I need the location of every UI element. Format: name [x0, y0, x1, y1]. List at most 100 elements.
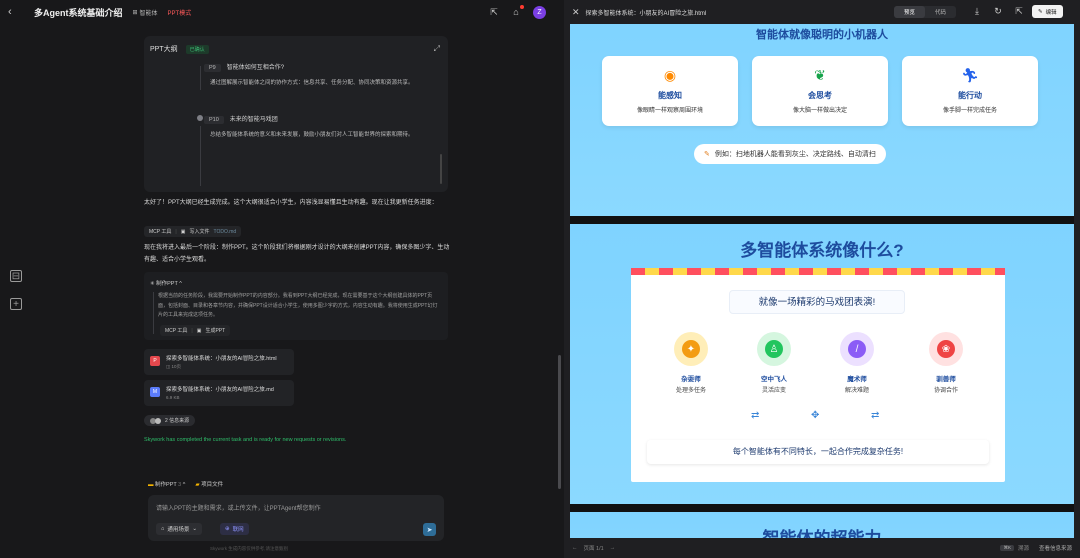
assistant-message: 太好了！PPT大纲已经生成完成。这个大纲很适合小学生，内容浅显易懂且生动有趣。现… [144, 200, 438, 206]
refresh-icon[interactable]: ↻ [993, 6, 1003, 16]
side-buttons: ⊟ + [10, 270, 22, 310]
agent-tag[interactable]: ⊞ 智能体 [133, 8, 158, 17]
ppt-file-icon: P [150, 356, 160, 366]
send-button[interactable]: ➤ [423, 523, 436, 536]
tool-chip[interactable]: MCP 工具 | ▣ 写入文件 TODO.md [144, 226, 242, 237]
thinking-line [153, 292, 154, 334]
expand-icon[interactable]: ⤢ [434, 44, 440, 54]
share-icon[interactable]: ⇱ [489, 7, 499, 17]
view-sources-link[interactable]: 查看信息来源 [1039, 544, 1072, 552]
download-icon[interactable]: ⤓ [972, 6, 982, 16]
pencil-icon: ✎ [1038, 8, 1043, 15]
slide-title: 智能体的超能力 [570, 524, 1074, 538]
tab-code[interactable]: 代码 [925, 6, 956, 18]
outline-card: PPT大纲 已确认 ⤢ P9 智能体如何互相合作? 通过图解展示智能体之间的协作方… [144, 36, 448, 192]
completion-status: Skywork has completed the current task a… [144, 437, 347, 443]
timeline-line [200, 66, 201, 90]
tool-file: TODO.md [213, 228, 237, 235]
outline-item-title: 未来的智能马戏团 [229, 117, 278, 123]
new-chat-icon[interactable]: + [10, 298, 22, 310]
task-tab[interactable]: ▬ 制作PPT 3 ^ [148, 480, 185, 488]
web-search-toggle[interactable]: ⊕ 联网 [220, 523, 249, 535]
chevron-down-icon: ⌄ [192, 526, 197, 532]
scene-select[interactable]: ⌂ 通用场景 ⌄ [156, 523, 202, 535]
file-name: 探索多智能体系统：小朋友的AI冒险之旅.md [166, 387, 274, 393]
act-title: 杂耍师 [681, 376, 701, 383]
outline-header: PPT大纲 已确认 [150, 44, 209, 54]
wand-icon: / [848, 340, 866, 358]
open-external-icon[interactable]: ⇱ [1014, 6, 1024, 16]
chat-title: 多Agent系统基础介绍 [34, 7, 123, 18]
folder-icon: ▰ [195, 482, 200, 488]
mode-tag: PPT模式 [167, 10, 192, 17]
feature-title: 能感知 [658, 91, 682, 100]
outline-scrollbar[interactable] [440, 154, 442, 184]
tab-preview[interactable]: 预览 [894, 6, 926, 18]
back-icon[interactable]: ‹ [8, 6, 20, 18]
tool-label: MCP 工具 [165, 328, 188, 334]
input-area: ▬ 制作PPT 3 ^ ▰ 项目文件 请输入PPT的主题和需求，或上传文件，让P… [148, 480, 444, 544]
outline-item-desc: 通过图解展示智能体之间的协作方式：信息共享、任务分配、协同决策和资源共享。 [210, 80, 414, 86]
act-circle: ❀ [929, 332, 963, 366]
md-file-icon: M [150, 387, 160, 397]
thinking-text: 根据当前的任务阶段，我需要开始制作PPT的内容部分。我看到PPT大纲已经完成，现… [158, 293, 438, 318]
chat-pane: ‹ 多Agent系统基础介绍 ⊞ 智能体 PPT模式 ⇱ ⌂ Z ⊟ + PPT大… [0, 0, 564, 558]
summary-box: 每个智能体有不同特长，一起合作完成复杂任务! [647, 440, 989, 464]
tool-chip[interactable]: MCP 工具 | ▣ 生成PPT [160, 325, 231, 336]
file-meta: 6.9 KB [166, 395, 180, 400]
spark-icon: ✳ [150, 281, 155, 287]
act-desc: 灵活应变 [761, 388, 786, 394]
feature-desc: 像大脑一样做出决定 [792, 108, 847, 114]
example-pill: ✎ 例如：扫地机器人能看到灰尘、决定路线、自动清扫 [694, 144, 886, 164]
runner-icon: 🏃︎ [961, 66, 979, 83]
app-root: ‹ 多Agent系统基础介绍 ⊞ 智能体 PPT模式 ⇱ ⌂ Z ⊟ + PPT大… [0, 0, 1080, 558]
act-circle: ♙ [757, 332, 791, 366]
file-name: 探索多智能体系统：小朋友的AI冒险之旅.html [166, 356, 277, 362]
avatar[interactable]: Z [533, 5, 546, 19]
project-files-tab[interactable]: ▰ 项目文件 [195, 480, 223, 488]
eye-icon: ◉ [663, 66, 677, 83]
chat-scrollbar[interactable] [558, 355, 561, 489]
next-page-icon[interactable]: → [610, 545, 616, 551]
tool-label: MCP 工具 [149, 229, 172, 235]
thinking-header[interactable]: ✳ 制作PPT ^ [150, 279, 182, 287]
slide: 智能体就像聪明的小机器人 ◉ 能感知 像眼睛一样观察周围环境 ❦ 会思考 像大脑… [570, 24, 1074, 216]
prev-page-icon[interactable]: ← [572, 545, 578, 551]
slide: 智能体的超能力 [570, 512, 1074, 538]
feature-card: ❦ 会思考 像大脑一样做出决定 [752, 56, 888, 126]
slide: 多智能体系统像什么? 就像一场精彩的马戏团表演! ✦ 杂耍师 处理多任务 ♙ 空… [570, 224, 1074, 504]
brain-icon: ❦ [814, 66, 826, 83]
act-desc: 处理多任务 [675, 388, 706, 394]
act-item: ❀ 驯兽师 协调合作 [916, 332, 976, 394]
trace-label: 溯源 [1017, 546, 1029, 552]
prompt-input[interactable]: 请输入PPT的主题和需求，或上传文件，让PPTAgent帮您制作 [156, 503, 321, 512]
tool-action: 生成PPT [205, 328, 226, 334]
disclaimer: Skywork 生成内容仅供参考,请注意甄别 [210, 546, 289, 551]
act-item: ♙ 空中飞人 灵活应变 [744, 332, 804, 394]
edit-button[interactable]: ✎ 编辑 [1032, 5, 1063, 18]
act-title: 驯兽师 [936, 376, 956, 383]
prompt-box[interactable]: 请输入PPT的主题和需求，或上传文件，让PPTAgent帮您制作 ⌂ 通用场景 ⌄ … [148, 495, 444, 541]
ball-icon: ✦ [682, 340, 700, 358]
act-circle: / [840, 332, 874, 366]
file-icon: ▣ [196, 327, 202, 334]
tool-action: 写入文件 [189, 229, 210, 235]
close-icon[interactable]: ✕ [572, 7, 580, 18]
source-trace[interactable]: ⌘K 溯源 查看信息来源 [1000, 544, 1072, 552]
preview-footer: ← 页面 1/1 → ⌘K 溯源 查看信息来源 [564, 538, 1080, 558]
notification-icon[interactable]: ⌂ [511, 5, 524, 17]
file-card[interactable]: M 探索多智能体系统：小朋友的AI冒险之旅.md 6.9 KB [144, 380, 294, 406]
panel-toggle-icon[interactable]: ⊟ [10, 270, 22, 282]
slide-title: 多智能体系统像什么? [740, 241, 904, 260]
source-dot [155, 417, 161, 424]
file-card[interactable]: P 探索多智能体系统：小朋友的AI冒险之旅.html ◫ 10页 [144, 349, 294, 375]
person-icon: ♙ [765, 340, 783, 358]
act-desc: 协调合作 [933, 388, 958, 394]
file-meta: ◫ 10页 [166, 364, 182, 369]
chip-separator: | [191, 327, 193, 334]
feature-desc: 像手脚一样完成任务 [942, 108, 997, 114]
circus-panel: 就像一场精彩的马戏团表演! ✦ 杂耍师 处理多任务 ♙ 空中飞人 灵活应变 / … [631, 268, 1005, 482]
slides-canvas: 智能体就像聪明的小机器人 ◉ 能感知 像眼睛一样观察周围环境 ❦ 会思考 像大脑… [570, 24, 1074, 538]
sources-button[interactable]: 2 信息来源 [144, 415, 196, 426]
outline-item: P10 未来的智能马戏团 [204, 114, 278, 124]
